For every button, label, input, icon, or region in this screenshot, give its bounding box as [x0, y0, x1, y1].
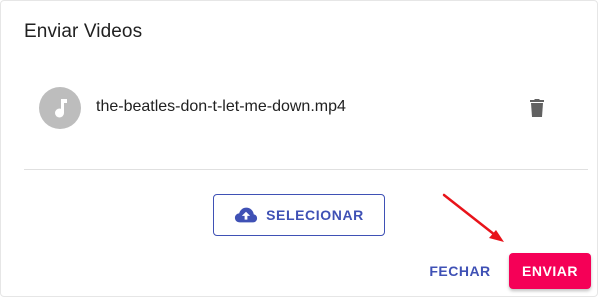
cloud-upload-icon — [234, 203, 258, 227]
send-button[interactable]: ENVIAR — [509, 253, 591, 289]
red-arrow-annotation — [442, 193, 504, 242]
delete-file-button[interactable] — [527, 97, 547, 119]
select-file-label: SELECIONAR — [266, 207, 364, 223]
file-avatar — [39, 87, 81, 129]
dialog-title: Enviar Videos — [24, 21, 143, 42]
file-name: the-beatles-don-t-let-me-down.mp4 — [96, 98, 346, 115]
file-list-item: the-beatles-don-t-let-me-down.mp4 — [39, 87, 559, 131]
select-file-button[interactable]: SELECIONAR — [213, 194, 385, 236]
trash-icon — [530, 99, 544, 117]
close-button[interactable]: FECHAR — [425, 253, 495, 289]
music-note-icon — [55, 99, 67, 118]
divider — [24, 169, 588, 170]
upload-dialog: Enviar Videos the-beatles-don-t-let-me-d… — [0, 0, 598, 297]
